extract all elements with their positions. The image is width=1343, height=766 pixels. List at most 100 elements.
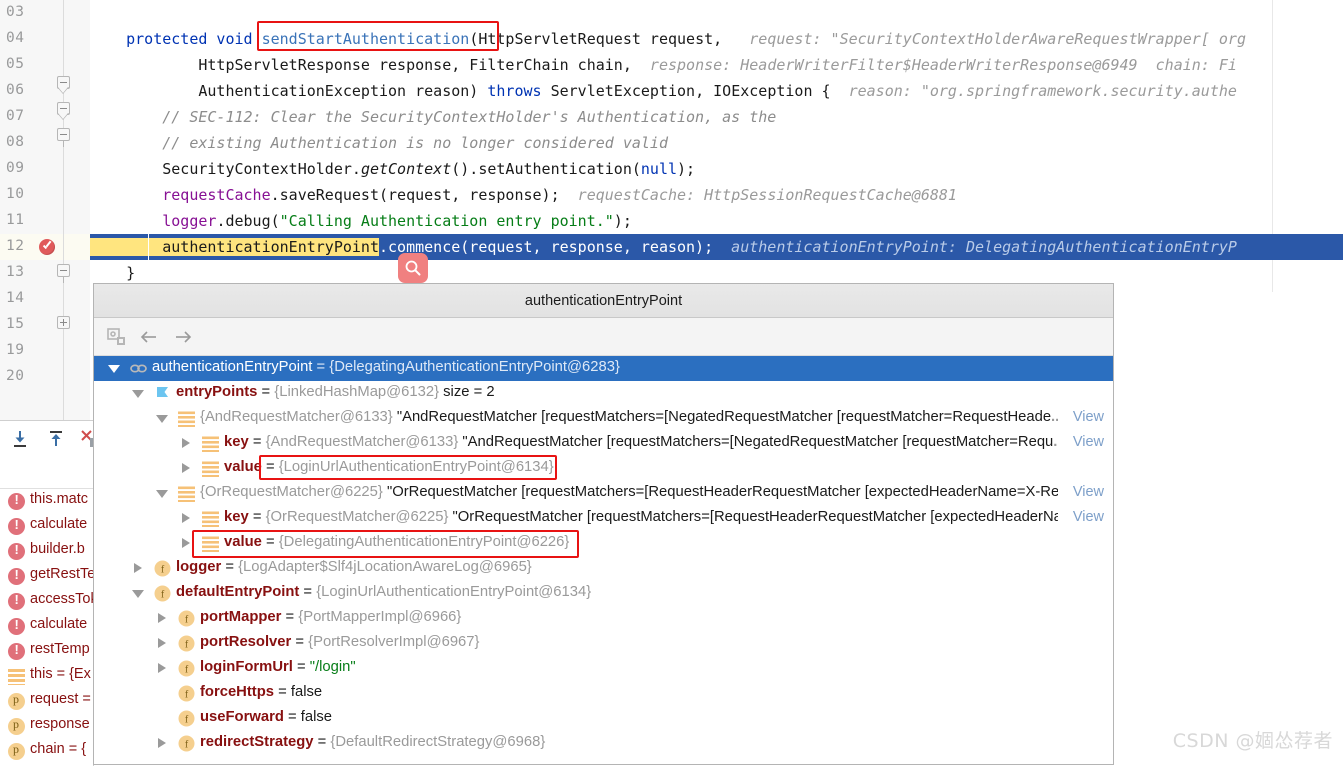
- code-line-11[interactable]: logger.debug("Calling Authentication ent…: [90, 208, 632, 234]
- tree-row[interactable]: key = {AndRequestMatcher@6133} "AndReque…: [94, 431, 1113, 456]
- chevron-right-icon[interactable]: [180, 537, 193, 550]
- tree-row[interactable]: f forceHttps = false: [94, 681, 1113, 706]
- chevron-right-icon[interactable]: [156, 637, 169, 650]
- evaluate-expression-icon[interactable]: [106, 326, 128, 348]
- code-line-10[interactable]: requestCache.saveRequest(request, respon…: [90, 182, 957, 208]
- gutter-line-19[interactable]: 19: [0, 338, 90, 364]
- tree-row-text: forceHttps = false: [200, 684, 322, 700]
- chevron-right-icon[interactable]: [180, 437, 193, 450]
- object-tree[interactable]: authenticationEntryPoint = {DelegatingAu…: [94, 356, 1113, 764]
- view-link[interactable]: View: [1073, 484, 1104, 500]
- chevron-right-icon[interactable]: [156, 612, 169, 625]
- map-icon-wrap: [202, 460, 219, 477]
- tree-row[interactable]: f logger = {LogAdapter$Slf4jLocationAware…: [94, 556, 1113, 581]
- variable-row[interactable]: calculate: [0, 514, 93, 539]
- step-out-icon[interactable]: [46, 429, 66, 449]
- tree-row-value: {AndRequestMatcher@6133}: [265, 434, 459, 450]
- map-icon: [202, 436, 219, 452]
- variable-row[interactable]: getRestTe: [0, 564, 93, 589]
- chevron-right-icon[interactable]: [180, 512, 193, 525]
- tree-row[interactable]: key = {OrRequestMatcher@6225} "OrRequest…: [94, 506, 1113, 531]
- gutter-line-07[interactable]: 07: [0, 104, 90, 130]
- variable-row[interactable]: request =: [0, 689, 93, 714]
- breakpoint-icon[interactable]: [39, 239, 55, 255]
- variable-row[interactable]: this.matc: [0, 489, 93, 514]
- fold-marker-07[interactable]: [57, 102, 71, 120]
- step-into-icon[interactable]: [10, 429, 30, 449]
- back-arrow-icon[interactable]: [138, 326, 160, 348]
- tree-row[interactable]: {OrRequestMatcher@6225} "OrRequestMatche…: [94, 481, 1113, 506]
- exclamation-icon: [8, 542, 25, 560]
- view-link[interactable]: View: [1073, 409, 1104, 425]
- field-icon: f: [154, 560, 171, 577]
- variables-tab-row[interactable]: bles: [0, 458, 93, 489]
- gutter-line-11[interactable]: 11: [0, 208, 90, 234]
- tree-row[interactable]: value = {LoginUrlAuthenticationEntryPoin…: [94, 456, 1113, 481]
- gutter-line-15[interactable]: 15: [0, 312, 90, 338]
- chevron-right-icon[interactable]: [156, 737, 169, 750]
- variable-row[interactable]: calculate: [0, 614, 93, 639]
- chevron-down-icon[interactable]: [108, 362, 121, 375]
- variables-list[interactable]: this.matc calculate builder.b getRestTe acc…: [0, 489, 93, 766]
- gutter-line-20[interactable]: 20: [0, 364, 90, 390]
- fold-marker-08[interactable]: [57, 128, 71, 147]
- gutter-line-05[interactable]: 05: [0, 52, 90, 78]
- code-line-06[interactable]: AuthenticationException reason) throws S…: [90, 78, 1237, 104]
- gutter-line-03[interactable]: 03: [0, 0, 90, 26]
- chevron-down-icon[interactable]: [132, 587, 145, 600]
- tree-row-text: key = {AndRequestMatcher@6133} "AndReque…: [224, 434, 1058, 450]
- tree-row[interactable]: f redirectStrategy = {DefaultRedirectStra…: [94, 731, 1113, 756]
- view-link[interactable]: View: [1073, 434, 1104, 450]
- variable-row[interactable]: builder.b: [0, 539, 93, 564]
- tree-row[interactable]: authenticationEntryPoint = {DelegatingAu…: [94, 356, 1113, 381]
- tree-row[interactable]: f useForward = false: [94, 706, 1113, 731]
- chevron-right-icon[interactable]: [180, 462, 193, 475]
- variable-row[interactable]: response: [0, 714, 93, 739]
- chevron-right-icon[interactable]: [156, 662, 169, 675]
- tree-row[interactable]: value = {DelegatingAuthenticationEntryPo…: [94, 531, 1113, 556]
- code-line-07[interactable]: // SEC-112: Clear the SecurityContextHol…: [90, 104, 776, 130]
- chevron-right-icon[interactable]: [132, 562, 145, 575]
- tree-row[interactable]: {AndRequestMatcher@6133} "AndRequestMatc…: [94, 406, 1113, 431]
- code-token: .commence(request, response, reason);: [378, 238, 723, 256]
- code-line-12[interactable]: authenticationEntryPoint.commence(reques…: [90, 234, 1237, 260]
- code-line-05[interactable]: HttpServletResponse response, FilterChai…: [90, 52, 1237, 78]
- gutter-line-06[interactable]: 06: [0, 78, 90, 104]
- tree-row[interactable]: entryPoints = {LinkedHashMap@6132} size …: [94, 381, 1113, 406]
- chevron-down-icon[interactable]: [156, 487, 169, 500]
- gutter-line-08[interactable]: 08: [0, 130, 90, 156]
- code-line-08[interactable]: // existing Authentication is no longer …: [90, 130, 668, 156]
- chevron-down-icon[interactable]: [156, 412, 169, 425]
- line-number: 04: [6, 30, 25, 46]
- variable-row[interactable]: accessTok: [0, 589, 93, 614]
- search-icon-badge[interactable]: [398, 253, 428, 283]
- forward-arrow-icon[interactable]: [172, 326, 194, 348]
- variable-row[interactable]: chain = {: [0, 739, 93, 764]
- gutter-line-14[interactable]: 14: [0, 286, 90, 312]
- tree-row[interactable]: f defaultEntryPoint = {LoginUrlAuthentica…: [94, 581, 1113, 606]
- variable-row[interactable]: this = {Ex: [0, 664, 93, 689]
- code-token: // existing Authentication is no longer …: [90, 134, 668, 152]
- tree-row-text: loginFormUrl = "/login": [200, 659, 356, 675]
- gutter-line-09[interactable]: 09: [0, 156, 90, 182]
- variable-row[interactable]: restTemp: [0, 639, 93, 664]
- exclamation-icon: [8, 617, 25, 635]
- tree-row[interactable]: f portResolver = {PortResolverImpl@6967}: [94, 631, 1113, 656]
- tree-row[interactable]: f portMapper = {PortMapperImpl@6966}: [94, 606, 1113, 631]
- gutter-line-10[interactable]: 10: [0, 182, 90, 208]
- fold-marker-06[interactable]: [57, 76, 71, 94]
- fold-marker-13[interactable]: [57, 264, 71, 283]
- code-line-09[interactable]: SecurityContextHolder.getContext().setAu…: [90, 156, 695, 182]
- field-icon-wrap: f: [178, 685, 195, 702]
- tree-row[interactable]: f loginFormUrl = "/login": [94, 656, 1113, 681]
- chevron-down-icon[interactable]: [132, 387, 145, 400]
- field-icon: f: [178, 735, 195, 752]
- fold-marker-15[interactable]: [57, 316, 71, 330]
- view-link[interactable]: View: [1073, 509, 1104, 525]
- code-line-04[interactable]: protected void sendStartAuthentication(H…: [90, 26, 1246, 52]
- gutter-line-13[interactable]: 13: [0, 260, 90, 286]
- tree-row-label: key: [224, 509, 249, 525]
- map-icon-wrap: [202, 435, 219, 452]
- gutter-line-04[interactable]: 04: [0, 26, 90, 52]
